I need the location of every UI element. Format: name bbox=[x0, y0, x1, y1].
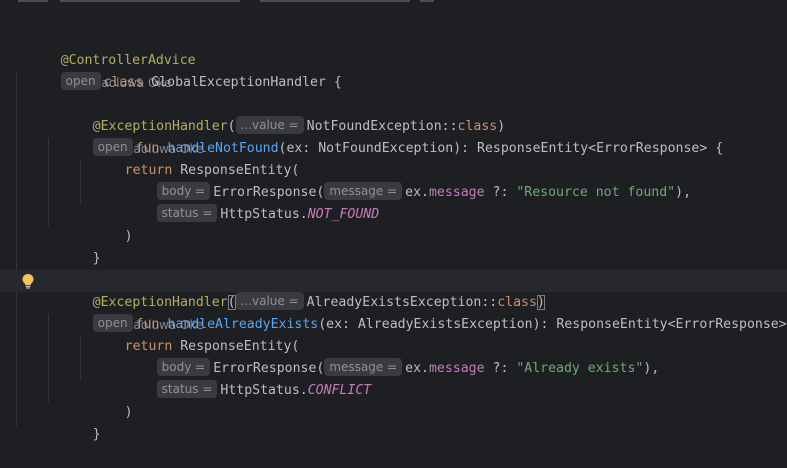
code-line[interactable]: return ResponseEntity( bbox=[0, 314, 787, 354]
code-line[interactable]: open fun handleAlreadyExists(ex: AlreadyE… bbox=[0, 292, 787, 332]
code-line-current[interactable]: @ExceptionHandler(...value = AlreadyExist… bbox=[0, 270, 787, 332]
code-line[interactable]: ) bbox=[0, 380, 787, 420]
lightbulb-icon[interactable] bbox=[21, 273, 35, 289]
close-brace: } bbox=[92, 251, 101, 266]
class-keyword: class bbox=[103, 75, 144, 90]
code-line[interactable]: @ControllerAdvice Olaoluwa Oke bbox=[0, 28, 787, 90]
brace: { bbox=[325, 75, 342, 90]
open-modifier-hint: open bbox=[60, 72, 101, 90]
code-line[interactable]: status = HttpStatus.NOT_FOUND bbox=[0, 182, 787, 222]
clipped-previous-line bbox=[0, 0, 787, 4]
code-editor[interactable]: @ControllerAdvice Olaoluwa Oke open class… bbox=[0, 0, 787, 442]
code-line[interactable]: @ExceptionHandler(...value = NotFoundExce… bbox=[0, 94, 787, 156]
code-line[interactable]: body = ErrorResponse(message = ex.message … bbox=[0, 336, 787, 376]
code-line[interactable]: } bbox=[0, 226, 787, 266]
code-line[interactable]: body = ErrorResponse(message = ex.message … bbox=[0, 160, 787, 200]
code-line[interactable]: open fun handleNotFound(ex: NotFoundExcep… bbox=[0, 116, 787, 156]
code-line[interactable]: return ResponseEntity( bbox=[0, 138, 787, 178]
close-brace: } bbox=[92, 427, 101, 442]
code-line[interactable]: } bbox=[0, 402, 787, 442]
code-line[interactable]: open class GlobalExceptionHandler { bbox=[0, 50, 787, 90]
class-name: GlobalExceptionHandler bbox=[151, 75, 326, 90]
code-line[interactable]: ) bbox=[0, 204, 787, 244]
code-line[interactable]: status = HttpStatus.CONFLICT bbox=[0, 358, 787, 398]
